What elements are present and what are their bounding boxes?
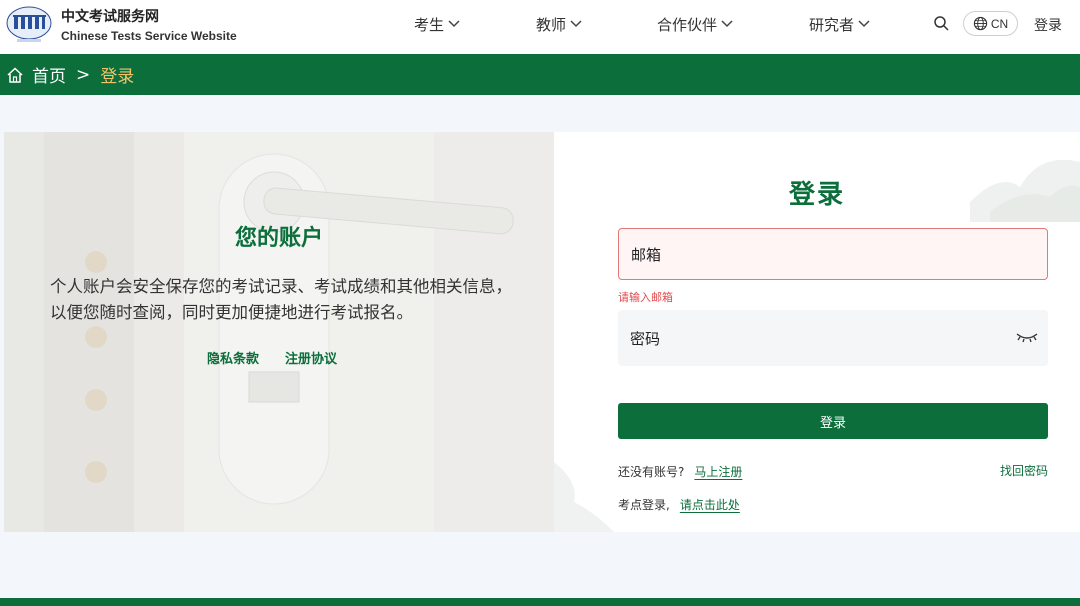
brand[interactable]: 中文考试服务网 Chinese Tests Service Website xyxy=(61,8,237,44)
home-icon[interactable] xyxy=(6,66,24,84)
image-overlay xyxy=(4,132,554,532)
brand-name-cn: 中文考试服务网 xyxy=(61,9,159,25)
ink-mountain-decoration xyxy=(554,462,614,532)
account-links: 隐私条款 注册协议 xyxy=(207,348,337,367)
nav-item-partners[interactable]: 合作伙伴 xyxy=(657,14,733,34)
nav-item-label: 合作伙伴 xyxy=(657,15,718,34)
login-title: 登录 xyxy=(788,180,845,210)
nav-item-label: 考生 xyxy=(414,15,445,34)
chevron-down-icon xyxy=(570,20,582,28)
login-submit-button[interactable]: 登录 xyxy=(618,403,1048,439)
register-prompt: 还没有账号? 马上注册 xyxy=(618,463,742,480)
privacy-policy-link[interactable]: 隐私条款 xyxy=(207,348,259,367)
breadcrumb-current: 登录 xyxy=(100,67,135,87)
password-placeholder: 密码 xyxy=(630,329,661,348)
registration-agreement-link[interactable]: 注册协议 xyxy=(285,348,337,367)
chevron-down-icon xyxy=(858,20,870,28)
site-login-link[interactable]: 请点击此处 xyxy=(680,496,740,513)
breadcrumb: 首页 > 登录 xyxy=(0,54,1080,95)
nav-item-candidates[interactable]: 考生 xyxy=(414,14,460,34)
header-login-link[interactable]: 登录 xyxy=(1034,15,1062,35)
eye-closed-icon[interactable] xyxy=(1016,330,1038,344)
account-description: 个人账户会安全保存您的考试记录、考试成绩和其他相关信息，以便您随时查阅，同时更加… xyxy=(50,277,512,322)
brand-name-en: Chinese Tests Service Website xyxy=(61,29,237,43)
password-field[interactable]: 密码 xyxy=(618,310,1048,366)
site-header: 中文考试服务网 Chinese Tests Service Website 考生… xyxy=(0,0,1080,54)
site-login-text: 考点登录, xyxy=(618,498,670,512)
nav-item-label: 教师 xyxy=(536,15,567,34)
register-link[interactable]: 马上注册 xyxy=(694,463,742,480)
nav-item-teachers[interactable]: 教师 xyxy=(536,14,582,34)
forgot-password-link[interactable]: 找回密码 xyxy=(1000,462,1048,479)
breadcrumb-home[interactable]: 首页 xyxy=(32,62,66,87)
chevron-down-icon xyxy=(448,20,460,28)
footer-bar xyxy=(0,598,1080,606)
nav-item-label: 研究者 xyxy=(809,15,855,34)
account-info-panel: 您的账户 个人账户会安全保存您的考试记录、考试成绩和其他相关信息，以便您随时查阅… xyxy=(4,132,554,532)
search-icon[interactable] xyxy=(933,15,949,31)
email-error-message: 请输入邮箱 xyxy=(618,291,673,304)
language-label: CN xyxy=(990,16,1009,31)
no-account-text: 还没有账号? xyxy=(618,465,685,479)
chevron-down-icon xyxy=(721,20,733,28)
test-site-login-prompt: 考点登录, 请点击此处 xyxy=(618,496,740,513)
site-logo[interactable] xyxy=(5,5,53,45)
breadcrumb-separator: > xyxy=(76,64,91,85)
globe-icon xyxy=(973,16,987,31)
account-title: 您的账户 xyxy=(234,226,323,251)
email-field[interactable]: 邮箱 xyxy=(618,228,1048,280)
nav-item-researchers[interactable]: 研究者 xyxy=(809,14,870,34)
language-switch-button[interactable]: CN xyxy=(963,11,1018,36)
login-form-panel: 登录 邮箱 请输入邮箱 密码 登录 还没有账号? 马上注册 找回密码 考点登录,… xyxy=(554,132,1080,532)
